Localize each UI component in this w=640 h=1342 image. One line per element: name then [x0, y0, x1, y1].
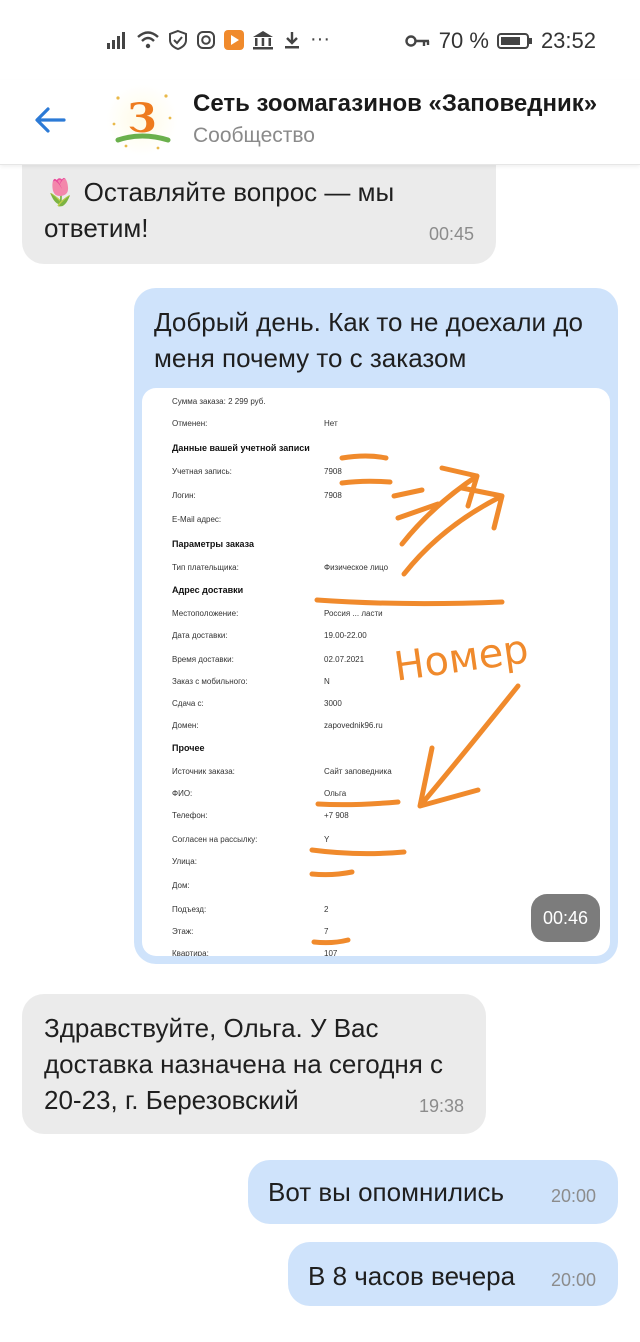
- zapovednik-logo-icon: З: [112, 94, 172, 150]
- svg-text:Номер: Номер: [391, 626, 531, 690]
- battery-percent: 70 %: [438, 28, 489, 53]
- message-time: 20:00: [550, 1270, 596, 1290]
- message-text: Оставляйте вопрос — мы ответим!: [44, 177, 395, 243]
- order-document-photo: Сумма заказа: 2 299 руб. Отменен: Нет Дан…: [142, 388, 610, 956]
- signal-icon: [107, 31, 125, 49]
- message-text: Вот вы опомнились: [268, 1177, 505, 1207]
- back-arrow-icon[interactable]: [28, 98, 72, 142]
- play-icon: [224, 29, 244, 50]
- more-dots-icon: ···: [310, 28, 330, 50]
- message-outgoing[interactable]: Вот вы опомнились 20:00: [248, 1160, 618, 1224]
- message-incoming[interactable]: 🌷 Оставляйте вопрос — мы ответим! 00:45: [22, 160, 496, 264]
- message-outgoing[interactable]: Добрый день. Как то не доехали до меня п…: [134, 288, 618, 964]
- message-text: Здравствуйте, Ольга. У Вас доставка назн…: [44, 1013, 444, 1115]
- message-outgoing[interactable]: В 8 часов вечера 20:00: [288, 1242, 618, 1306]
- shield-icon: [169, 29, 187, 50]
- chat-header: З Сеть зоомагазинов «Заповедник» Сообщес…: [0, 80, 640, 165]
- message-time: 20:00: [550, 1186, 596, 1206]
- message-text: Добрый день. Как то не доехали до меня п…: [154, 307, 583, 373]
- wifi-icon: [137, 30, 159, 48]
- key-icon: [405, 35, 429, 47]
- message-incoming[interactable]: Здравствуйте, Ольга. У Вас доставка назн…: [22, 994, 486, 1134]
- instagram-icon: [197, 30, 215, 49]
- photo-attachment[interactable]: Сумма заказа: 2 299 руб. Отменен: Нет Дан…: [142, 388, 610, 956]
- handwritten-annotation: Номер: [309, 453, 531, 946]
- tulip-emoji-icon: 🌷: [44, 177, 77, 207]
- status-icons-right: 70 % 23:52: [405, 28, 596, 54]
- message-text: В 8 часов вечера: [308, 1261, 516, 1291]
- community-title[interactable]: Сеть зоомагазинов «Заповедник»: [193, 90, 640, 118]
- status-icons-left: ···: [106, 28, 330, 51]
- community-subtitle: Сообщество: [193, 124, 315, 147]
- photo-time: 00:46: [530, 894, 600, 942]
- message-time: 19:38: [418, 1096, 464, 1116]
- bank-icon: [253, 30, 273, 49]
- download-icon: [285, 31, 299, 48]
- battery-icon: [496, 33, 532, 49]
- status-bar: ··· 70 % 23:52: [0, 0, 640, 80]
- clock: 23:52: [540, 28, 596, 53]
- message-time: 00:45: [428, 224, 474, 244]
- community-avatar[interactable]: З: [106, 84, 178, 156]
